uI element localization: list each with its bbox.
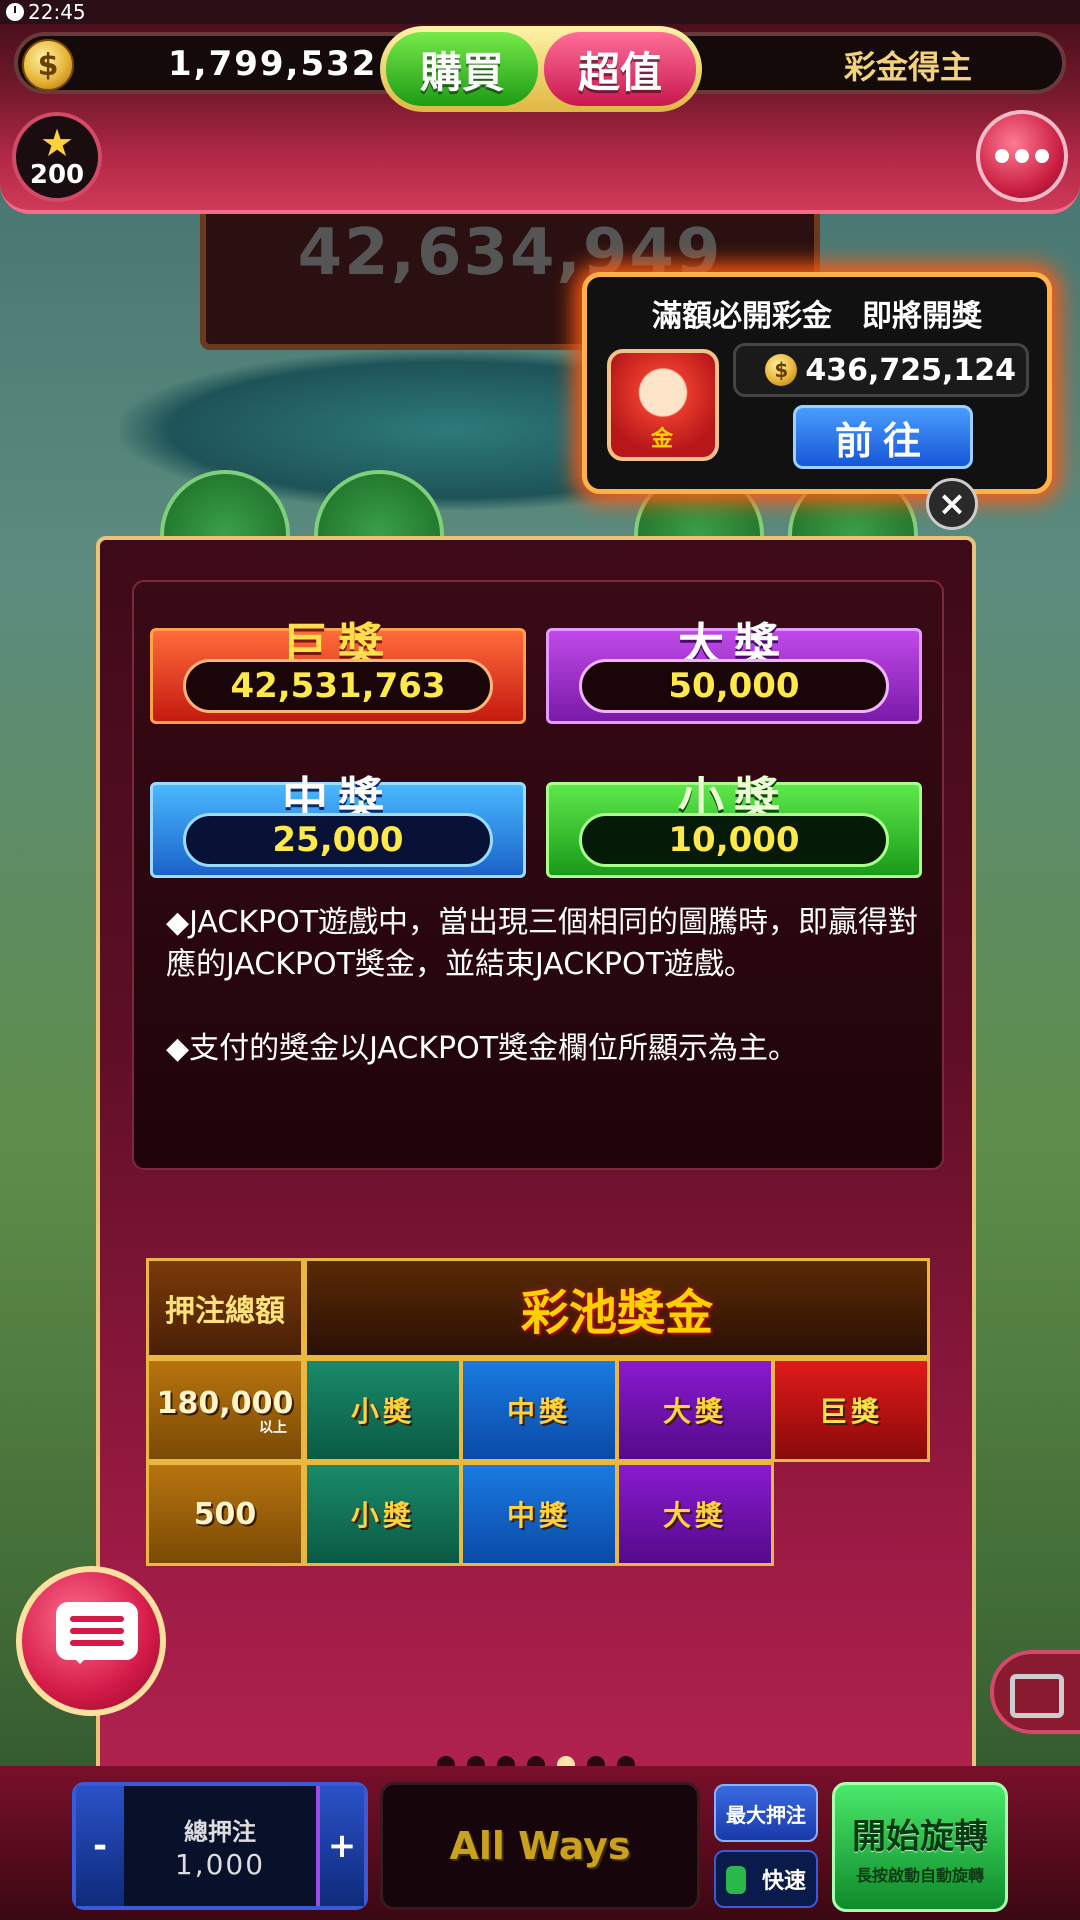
table-prize-tag-mini: 小獎 — [304, 1462, 462, 1566]
goto-button[interactable]: 前往 — [793, 405, 973, 469]
table-prize-tag-major: 大獎 — [616, 1462, 774, 1566]
increase-bet-button[interactable]: + — [316, 1786, 364, 1906]
major-prize-card: 大獎 50,000 — [546, 618, 922, 724]
minor-prize-value: 25,000 — [183, 813, 493, 867]
grand-prize-value: 42,531,763 — [183, 659, 493, 713]
table-prize-tag-minor: 中獎 — [460, 1462, 618, 1566]
bottom-control-bar: - 總押注 1,000 + All Ways 最大押注 快速 開始旋轉 長按啟動… — [0, 1766, 1080, 1920]
total-bet-label: 總押注 — [184, 1818, 256, 1846]
special-offer-button[interactable]: 超值 — [544, 32, 696, 106]
jackpot-info-box: 巨獎 42,531,763 大獎 50,000 中獎 25,000 小獎 10,… — [132, 580, 944, 1170]
table-row-bet-amount: 180,000 以上 — [146, 1358, 304, 1462]
toggle-knob — [726, 1866, 746, 1894]
bet-amount-value: 500 — [193, 1496, 257, 1532]
bet-amount-suffix: 以上 — [259, 1419, 287, 1436]
more-dot-icon — [1035, 149, 1049, 163]
more-dot-icon — [1015, 149, 1029, 163]
promo-pool-amount: 436,725,124 — [805, 352, 1016, 388]
promo-pool-amount-bar: $ 436,725,124 — [733, 343, 1029, 397]
status-bar: 22:45 — [0, 0, 1080, 24]
all-ways-button[interactable]: All Ways — [380, 1782, 700, 1910]
decrease-bet-button[interactable]: - — [76, 1786, 124, 1906]
max-bet-button[interactable]: 最大押注 — [714, 1784, 818, 1842]
table-header-bet: 押注總額 — [146, 1258, 304, 1358]
player-level-badge[interactable]: ★ 200 — [12, 112, 102, 202]
fortune-god-icon — [607, 349, 719, 461]
jackpot-winners-link[interactable]: 彩金得主 — [844, 42, 972, 88]
coin-balance: 1,799,532 — [168, 44, 378, 84]
spin-button[interactable]: 開始旋轉 長按啟動自動旋轉 — [832, 1782, 1008, 1912]
rule-text: ◆JACKPOT遊戲中，當出現三個相同的圖騰時，即贏得對應的JACKPOT獎金，… — [166, 905, 919, 982]
table-prize-tag-minor: 中獎 — [460, 1358, 618, 1462]
chat-line — [70, 1628, 124, 1634]
top-bar: $ 1,799,532 彩金得主 購買 超值 ★ 200 — [0, 24, 1080, 214]
close-icon[interactable]: × — [926, 478, 978, 530]
table-row-bet-amount: 500 — [146, 1462, 304, 1566]
more-menu-button[interactable] — [976, 110, 1068, 202]
table-prize-tag-mini: 小獎 — [304, 1358, 462, 1462]
buy-button[interactable]: 購買 — [386, 32, 538, 106]
table-prize-tag-major: 大獎 — [616, 1358, 774, 1462]
bet-amount-value: 180,000 — [156, 1385, 294, 1421]
more-dot-icon — [995, 149, 1009, 163]
chat-line — [70, 1640, 124, 1646]
coin-icon: $ — [22, 39, 74, 91]
clock-icon — [6, 3, 24, 21]
bag-icon[interactable] — [990, 1650, 1080, 1734]
promo-popup-title: 滿額必開彩金 即將開獎 — [652, 299, 982, 334]
fast-spin-label: 快速 — [761, 1869, 806, 1894]
fast-spin-toggle[interactable]: 快速 — [714, 1850, 818, 1908]
star-icon: ★ — [39, 121, 75, 165]
spin-button-hint: 長按啟動自動旋轉 — [855, 1865, 984, 1885]
promo-popup: 滿額必開彩金 即將開獎 $ 436,725,124 前往 — [582, 272, 1052, 494]
minor-prize-card: 中獎 25,000 — [150, 772, 526, 878]
table-prize-tag-grand: 巨獎 — [772, 1358, 930, 1462]
chat-button[interactable] — [16, 1566, 166, 1716]
major-prize-value: 50,000 — [579, 659, 889, 713]
mini-prize-value: 10,000 — [579, 813, 889, 867]
chat-icon — [56, 1602, 138, 1664]
mini-prize-card: 小獎 10,000 — [546, 772, 922, 878]
player-level: 200 — [29, 160, 85, 190]
total-bet-control: - 總押注 1,000 + — [72, 1782, 368, 1910]
chat-line — [70, 1616, 124, 1622]
shop-button-group: 購買 超值 — [380, 26, 702, 112]
rule-text: ◆支付的獎金以JACKPOT獎金欄位所顯示為主。 — [166, 1031, 799, 1066]
jackpot-info-panel: 巨獎 42,531,763 大獎 50,000 中獎 25,000 小獎 10,… — [96, 536, 976, 1780]
total-bet-value: 1,000 — [174, 1848, 266, 1881]
spin-button-label: 開始旋轉 — [852, 1816, 988, 1857]
coin-icon: $ — [765, 354, 798, 386]
status-time: 22:45 — [28, 0, 86, 24]
table-header-pool: 彩池獎金 — [304, 1258, 930, 1358]
grand-prize-card: 巨獎 42,531,763 — [150, 618, 526, 724]
